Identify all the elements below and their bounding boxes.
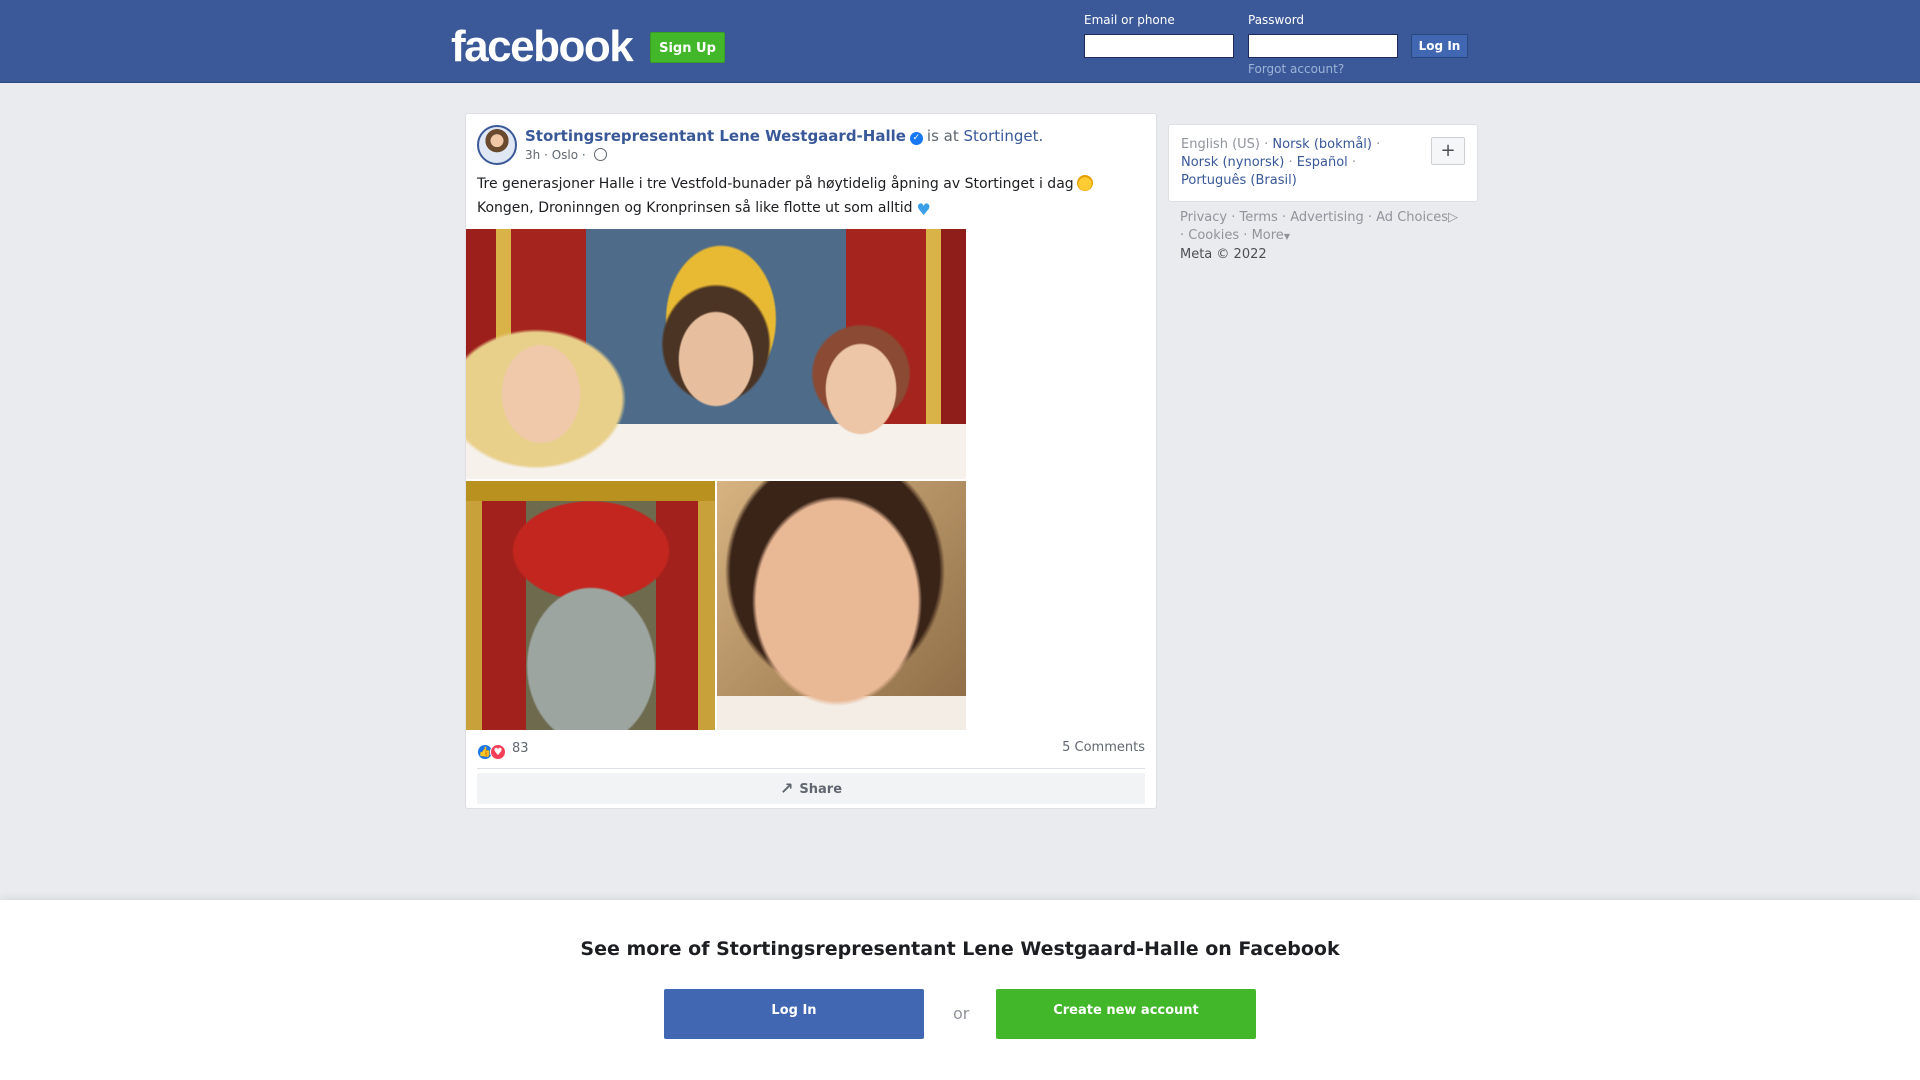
create-account-button[interactable]: Create new account xyxy=(996,989,1256,1039)
email-label: Email or phone xyxy=(1084,13,1175,27)
author-name[interactable]: Stortingsrepresentant Lene Westgaard-Hal… xyxy=(525,127,906,145)
email-input[interactable] xyxy=(1084,34,1234,58)
post-card: Stortingsrepresentant Lene Westgaard-Hal… xyxy=(465,113,1157,809)
or-separator: or xyxy=(953,1004,970,1023)
privacy-link[interactable]: Privacy xyxy=(1180,210,1227,225)
post-photo-2[interactable] xyxy=(466,481,715,730)
comments-count[interactable]: 5 Comments xyxy=(1062,740,1145,755)
post-text: Tre generasjoner Halle i tre Vestfold-bu… xyxy=(477,172,1137,222)
log-in-button-large[interactable]: Log In xyxy=(664,989,924,1039)
verified-badge-icon: ✓ xyxy=(909,132,923,145)
star-struck-emoji-icon xyxy=(1076,175,1093,191)
copyright: Meta © 2022 xyxy=(1180,247,1267,262)
post-text-line-2: Kongen, Droninngen og Kronprinsen så lik… xyxy=(477,200,913,216)
current-language: English (US) xyxy=(1181,137,1260,152)
ad-choices-icon: ▷ xyxy=(1448,210,1458,225)
password-label: Password xyxy=(1248,13,1305,27)
place-link[interactable]: Stortinget. xyxy=(964,127,1044,145)
post-photo-1[interactable] xyxy=(466,229,966,479)
share-button[interactable]: ↗ Share xyxy=(477,773,1145,804)
share-icon: ↗ xyxy=(779,779,794,798)
language-selector: English (US) · Norsk (bokmål) · Norsk (n… xyxy=(1168,124,1478,202)
language-link[interactable]: Português (Brasil) xyxy=(1181,173,1297,188)
post-location[interactable]: Oslo xyxy=(552,148,578,162)
login-prompt-title: See more of Stortingsrepresentant Lene W… xyxy=(580,938,1340,960)
post-photo-3[interactable] xyxy=(717,481,966,730)
advertising-link[interactable]: Advertising xyxy=(1290,210,1364,225)
ad-choices-link[interactable]: Ad Choices xyxy=(1376,210,1448,225)
blue-heart-emoji-icon: ♥ xyxy=(916,200,931,219)
sign-up-button[interactable]: Sign Up xyxy=(650,32,725,63)
cookies-link[interactable]: Cookies xyxy=(1188,228,1239,243)
post-text-line-1: Tre generasjoner Halle i tre Vestfold-bu… xyxy=(477,176,1074,192)
more-link[interactable]: More xyxy=(1252,228,1284,243)
caret-down-icon: ▼ xyxy=(1283,232,1290,241)
more-languages-button[interactable]: + xyxy=(1431,137,1465,165)
login-prompt-panel: See more of Stortingsrepresentant Lene W… xyxy=(0,900,1920,1080)
forgot-account-link[interactable]: Forgot account? xyxy=(1248,62,1344,76)
globe-icon xyxy=(593,148,607,161)
log-in-button[interactable]: Log In xyxy=(1411,34,1468,58)
language-link[interactable]: Norsk (bokmål) xyxy=(1272,137,1372,152)
password-input[interactable] xyxy=(1248,34,1398,58)
language-link[interactable]: Español xyxy=(1297,155,1348,170)
top-bar: facebook Sign Up Email or phone Password… xyxy=(0,0,1920,83)
avatar[interactable] xyxy=(477,125,517,165)
reaction-count: 83 xyxy=(512,741,529,756)
facebook-logo[interactable]: facebook xyxy=(451,22,634,72)
share-label: Share xyxy=(799,782,843,797)
post-header: Stortingsrepresentant Lene Westgaard-Hal… xyxy=(525,127,1043,145)
reactions-summary[interactable]: 👍 ♥ 83 xyxy=(477,740,529,760)
language-link[interactable]: Norsk (nynorsk) xyxy=(1181,155,1284,170)
post-meta: 3h · Oslo · xyxy=(525,148,607,162)
love-icon: ♥ xyxy=(490,744,506,760)
footer-links: Privacy · Terms · Advertising · Ad Choic… xyxy=(1180,210,1458,262)
terms-link[interactable]: Terms xyxy=(1239,210,1277,225)
post-time[interactable]: 3h xyxy=(525,148,540,162)
divider xyxy=(477,768,1145,769)
is-at-text: is at xyxy=(926,127,959,145)
